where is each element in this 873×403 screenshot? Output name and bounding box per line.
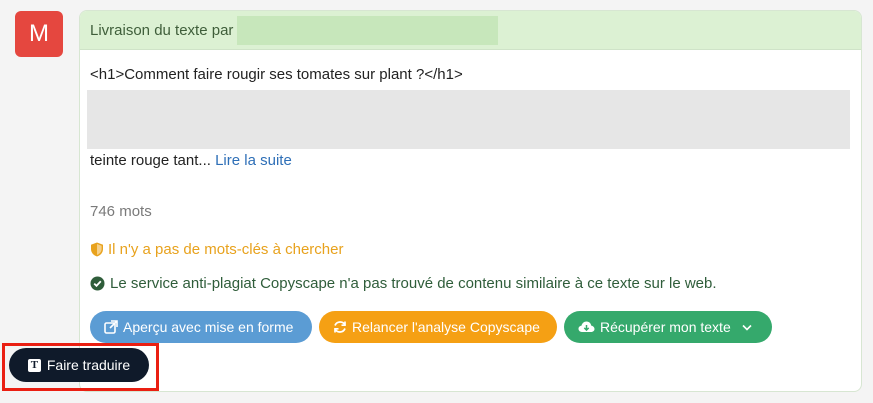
success-text: Le service anti-plagiat Copyscape n'a pa… [110,275,717,292]
preview-button[interactable]: Aperçu avec mise en forme [90,311,312,343]
rerun-copyscape-button[interactable]: Relancer l'analyse Copyscape [319,311,557,343]
redacted-author-name [237,15,499,45]
action-buttons: Aperçu avec mise en forme Relancer l'ana… [90,311,772,343]
plagiarism-status: Le service anti-plagiat Copyscape n'a pa… [90,275,717,292]
external-link-icon [104,320,118,334]
chevron-down-icon [742,324,752,331]
shield-icon [90,242,104,257]
text-excerpt: teinte rouge tant... Lire la suite [90,152,292,169]
rerun-label: Relancer l'analyse Copyscape [352,319,540,335]
download-text-button[interactable]: Récupérer mon texte [564,311,772,343]
avatar-letter: M [29,20,49,47]
download-label: Récupérer mon texte [600,319,731,335]
card-header: Livraison du texte par [80,11,861,50]
avatar: M [15,11,63,57]
word-count: 746 mots [90,203,152,220]
delivery-card: Livraison du texte par <h1>Comment faire… [79,10,862,392]
check-circle-icon [90,276,105,291]
translate-button[interactable]: T Faire traduire [9,348,149,382]
translate-icon: T [27,358,41,372]
preview-label: Aperçu avec mise en forme [123,319,294,335]
excerpt-text: teinte rouge tant... [90,152,211,169]
keywords-warning: Il n'y a pas de mots-clés à chercher [90,241,343,258]
refresh-icon [333,320,347,334]
text-heading: <h1>Comment faire rougir ses tomates sur… [90,66,463,83]
read-more-link[interactable]: Lire la suite [215,152,292,169]
cloud-download-icon [578,320,595,334]
redacted-text-block [87,90,850,149]
delivery-label: Livraison du texte par [90,21,234,39]
translate-label: Faire traduire [46,357,131,373]
warning-text: Il n'y a pas de mots-clés à chercher [108,241,344,258]
